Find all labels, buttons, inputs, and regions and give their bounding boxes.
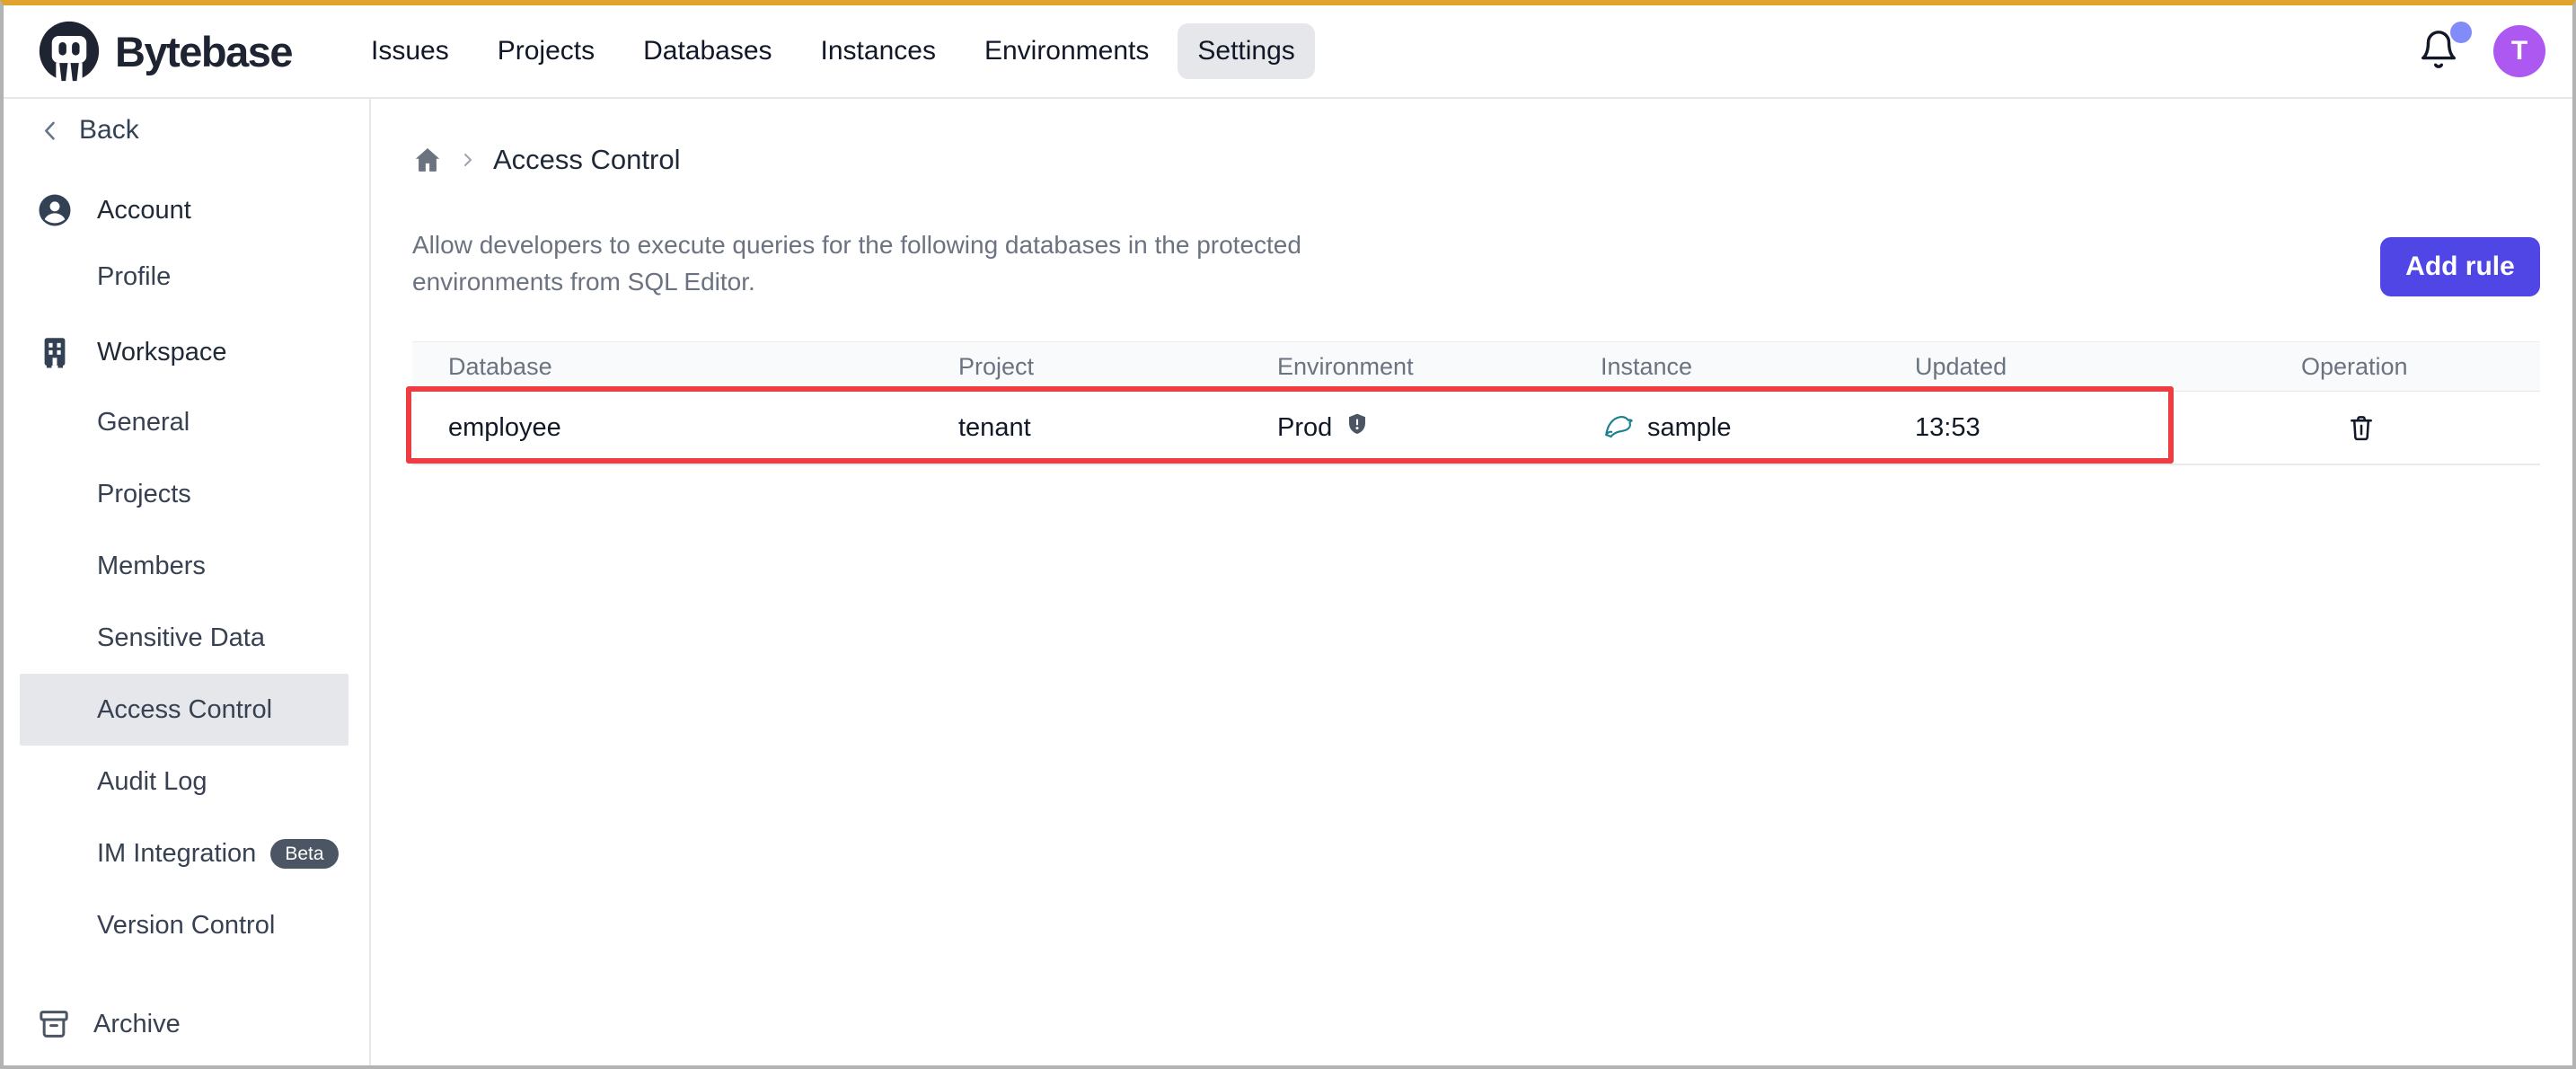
cell-database: employee (412, 392, 922, 464)
access-rules-table: Database Project Environment Instance Up… (412, 341, 2540, 465)
account-section-label: Account (97, 196, 191, 225)
back-label: Back (79, 115, 139, 146)
notification-dot (2450, 22, 2472, 43)
sidebar-item-profile[interactable]: Profile (20, 243, 348, 311)
general-label: General (97, 408, 190, 437)
column-header-updated: Updated (1879, 342, 2265, 391)
column-header-instance: Instance (1565, 342, 1879, 391)
sidebar-item-general[interactable]: General (20, 386, 348, 458)
settings-sidebar: Back Account Profile (4, 99, 371, 1065)
sidebar-item-members[interactable]: Members (20, 530, 348, 602)
app-window: Bytebase Issues Projects Databases Insta… (0, 0, 2576, 1069)
im-integration-label: IM Integration (97, 839, 256, 869)
nav-item-projects[interactable]: Projects (478, 23, 614, 79)
sidebar-spacer (4, 961, 369, 988)
trash-icon (2346, 412, 2377, 443)
sidebar-section-workspace: Workspace (4, 318, 369, 386)
breadcrumb-home-link[interactable] (412, 145, 443, 175)
projects-label: Projects (97, 480, 191, 509)
updated-time: 13:53 (1915, 413, 1981, 443)
cell-environment: Prod (1241, 392, 1565, 464)
sidebar-item-projects[interactable]: Projects (20, 458, 348, 530)
cell-instance: sample (1565, 392, 1879, 464)
sidebar-item-archive[interactable]: Archive (4, 988, 369, 1060)
brand-wordmark: Bytebase (115, 27, 292, 76)
user-circle-icon (36, 191, 74, 229)
cell-project: tenant (922, 392, 1241, 464)
sidebar-item-sensitive-data[interactable]: Sensitive Data (20, 602, 348, 674)
nav-item-environments[interactable]: Environments (965, 23, 1169, 79)
page-header-row: Allow developers to execute queries for … (412, 226, 2540, 300)
nav-item-instances[interactable]: Instances (801, 23, 956, 79)
nav-item-databases[interactable]: Databases (623, 23, 791, 79)
bytebase-logo[interactable]: Bytebase (36, 18, 292, 84)
archive-box-icon (36, 1006, 72, 1042)
nav-item-issues[interactable]: Issues (351, 23, 469, 79)
table-header-row: Database Project Environment Instance Up… (412, 341, 2540, 392)
column-header-database: Database (412, 342, 922, 391)
notifications-button[interactable] (2418, 29, 2463, 74)
cell-updated: 13:53 (1879, 392, 2265, 464)
audit-log-label: Audit Log (97, 767, 207, 797)
members-label: Members (97, 552, 206, 581)
cell-operation (2265, 392, 2540, 464)
column-header-environment: Environment (1241, 342, 1565, 391)
project-name: tenant (958, 413, 1031, 443)
shield-exclamation-icon (1345, 411, 1370, 444)
mysql-dolphin-icon (1601, 409, 1635, 446)
chevron-left-icon (38, 118, 63, 143)
workspace-section-label: Workspace (97, 338, 227, 367)
version-control-label: Version Control (97, 911, 275, 941)
environment-name: Prod (1277, 413, 1332, 443)
add-rule-button[interactable]: Add rule (2380, 237, 2540, 296)
column-header-project: Project (922, 342, 1241, 391)
main-content: Access Control Allow developers to execu… (371, 99, 2572, 1065)
body-row: Back Account Profile (4, 99, 2572, 1065)
home-icon (412, 145, 443, 175)
chevron-right-icon (457, 149, 479, 171)
column-header-operation: Operation (2265, 342, 2540, 391)
page-description: Allow developers to execute queries for … (412, 226, 1391, 300)
profile-label: Profile (97, 262, 171, 292)
bytebase-logo-icon (36, 18, 102, 84)
building-icon (36, 333, 74, 371)
sidebar-item-audit-log[interactable]: Audit Log (20, 746, 348, 817)
sidebar-item-version-control[interactable]: Version Control (20, 889, 348, 961)
top-navigation-bar: Bytebase Issues Projects Databases Insta… (4, 5, 2572, 99)
sidebar-item-access-control[interactable]: Access Control (20, 674, 348, 746)
nav-item-settings[interactable]: Settings (1178, 23, 1314, 79)
user-avatar[interactable]: T (2493, 25, 2545, 77)
sidebar-item-im-integration[interactable]: IM Integration Beta (20, 817, 348, 889)
main-nav-links: Issues Projects Databases Instances Envi… (351, 23, 1315, 79)
breadcrumb: Access Control (412, 137, 2540, 183)
page-title: Access Control (493, 144, 680, 176)
sidebar-back-button[interactable]: Back (4, 104, 369, 156)
table-row[interactable]: employee tenant Prod (412, 392, 2540, 465)
sensitive-data-label: Sensitive Data (97, 623, 265, 653)
database-name: employee (448, 413, 561, 443)
instance-name: sample (1647, 413, 1732, 443)
delete-rule-button[interactable] (2346, 412, 2377, 443)
beta-badge: Beta (270, 839, 338, 869)
sidebar-section-account: Account (4, 178, 369, 243)
archive-label: Archive (93, 1010, 181, 1039)
access-control-label: Access Control (97, 695, 272, 725)
